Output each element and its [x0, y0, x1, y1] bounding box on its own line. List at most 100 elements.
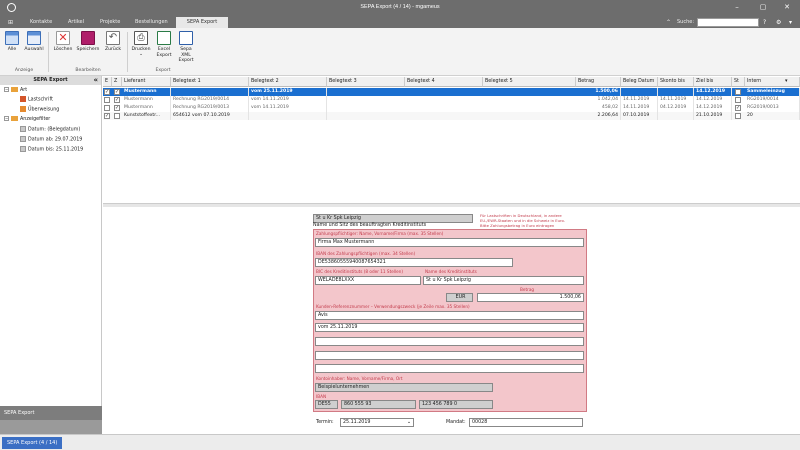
speichern-button[interactable]: Speichern: [76, 31, 100, 52]
auswahl-button[interactable]: Auswahl: [23, 31, 45, 52]
tab-bestellungen[interactable]: Bestellungen: [131, 17, 172, 28]
cell-intern: Sammeleinzug: [745, 88, 800, 96]
left-panel-header: SEPA Export «: [0, 76, 101, 85]
betrag-input[interactable]: 1.500,06: [477, 293, 584, 302]
termin-dropdown[interactable]: 25.11.2019 ⌄: [340, 418, 414, 427]
zahlungspflichtiger-label: Zahlungspflichtiger: Name, Vorname/Firma…: [316, 231, 444, 236]
close-button[interactable]: ✕: [776, 2, 798, 13]
row-checkbox-e[interactable]: ✓: [104, 89, 110, 95]
search-input[interactable]: [697, 18, 759, 27]
row-checkbox-st[interactable]: ✓: [735, 105, 741, 111]
verwendungszweck-line-4[interactable]: [315, 351, 584, 360]
cell-intern: RG2019/0013: [745, 104, 800, 112]
window-tab-sepa-export[interactable]: SEPA Export (4 / 14): [2, 437, 63, 449]
col-header-st[interactable]: St: [732, 77, 745, 87]
left-panel-footer-title[interactable]: SEPA Export: [0, 406, 102, 420]
app-menu-icon[interactable]: ⊞: [4, 17, 17, 28]
zahlungspflichtiger-input[interactable]: Firma Max Mustermann: [315, 238, 584, 247]
col-header-e[interactable]: E: [103, 77, 112, 87]
ribbon-divider: [48, 32, 49, 72]
verwendungszweck-line-1[interactable]: Avis: [315, 311, 584, 320]
tree-label-anzeigefilter: Anzeigefilter: [20, 117, 51, 122]
col-header-lieferant[interactable]: Lieferant: [122, 77, 171, 87]
alle-button[interactable]: Alle: [4, 31, 20, 52]
loeschen-button[interactable]: ✕ Löschen: [52, 31, 74, 52]
verwendungszweck-line-5[interactable]: [315, 364, 584, 373]
col-header-skonto-bis[interactable]: Skonto bis: [658, 77, 694, 87]
verwendungszweck-line-2[interactable]: vom 25.11.2019: [315, 323, 584, 332]
left-panel: SEPA Export « − Art Lastschrift Überweisu…: [0, 76, 102, 434]
col-header-beleg-datum[interactable]: Beleg Datum: [621, 77, 658, 87]
table-row[interactable]: ✓ Kunststoffextr... 654612 vom 07.10.201…: [103, 112, 800, 120]
cell-betrag: 1.042,04: [576, 96, 621, 104]
row-checkbox-st[interactable]: [735, 113, 741, 119]
zurueck-button[interactable]: ↶ Zurück: [102, 31, 124, 52]
maximize-button[interactable]: ▢: [752, 2, 774, 13]
settings-icon[interactable]: ⚙: [776, 17, 781, 28]
cell-belegtext-1: [171, 88, 249, 96]
row-checkbox-z[interactable]: ✓: [114, 89, 120, 95]
verwendungszweck-line-3[interactable]: [315, 337, 584, 346]
drucken-button[interactable]: ⎙ Drucken ⌄: [130, 31, 152, 57]
row-checkbox-st[interactable]: [735, 89, 741, 95]
collapse-node-icon[interactable]: −: [4, 87, 9, 92]
row-checkbox-e[interactable]: [104, 97, 110, 103]
termin-label: Termin:: [316, 420, 334, 425]
cell-belegtext-1: 654612 vom 07.10.2019: [171, 112, 249, 120]
table-row[interactable]: ✓ Mustermann Rechnung RG2019/0014 vom 14…: [103, 96, 800, 104]
row-checkbox-e[interactable]: [104, 105, 110, 111]
bic-label: BIC des Kreditinstituts (8 oder 11 Stell…: [316, 269, 403, 274]
tree-item-ueberweisung[interactable]: Überweisung: [20, 106, 59, 113]
tab-artikel[interactable]: Artikel: [64, 17, 88, 28]
collapse-panel-icon[interactable]: «: [93, 76, 98, 85]
tree-item-lastschrift[interactable]: Lastschrift: [20, 96, 53, 103]
col-header-ziel-bis[interactable]: Ziel bis: [694, 77, 732, 87]
collapse-node-icon[interactable]: −: [4, 116, 9, 121]
tree-item-datum[interactable]: Datum: (Belegdatum): [20, 126, 80, 133]
cell-lieferant: Mustermann: [122, 96, 171, 104]
col-header-intern[interactable]: Intern: [745, 77, 800, 87]
menu-more-icon[interactable]: ▾: [789, 17, 792, 28]
col-header-z[interactable]: Z: [112, 77, 122, 87]
chevron-down-icon: ⌄: [406, 420, 411, 425]
col-header-belegtext-3[interactable]: Belegtext 3: [327, 77, 405, 87]
row-checkbox-st[interactable]: [735, 97, 741, 103]
tree-node-anzeigefilter[interactable]: − Anzeigefilter: [4, 116, 50, 122]
left-panel-title: SEPA Export: [33, 77, 68, 83]
col-header-belegtext-5[interactable]: Belegtext 5: [483, 77, 576, 87]
col-header-belegtext-1[interactable]: Belegtext 1: [171, 77, 249, 87]
tree-node-art[interactable]: − Art: [4, 87, 27, 93]
tree-item-datum-bis[interactable]: Datum bis: 25.11.2019: [20, 146, 83, 153]
expand-icon[interactable]: ⌃: [666, 17, 671, 28]
row-checkbox-z[interactable]: ✓: [114, 105, 120, 111]
xml-file-icon: [179, 31, 193, 45]
iban-input[interactable]: DE53860555940087654321: [315, 258, 513, 267]
table-row[interactable]: ✓ ✓ Mustermann vom 25.11.2019 1.500,06 1…: [103, 88, 800, 96]
tab-kontakte[interactable]: Kontakte: [26, 17, 56, 28]
cell-belegtext-1: Rechnung RG2019/0014: [171, 96, 249, 104]
sepa-xml-export-button[interactable]: Sepa XML Export: [176, 31, 196, 64]
tree-item-datum-ab[interactable]: Datum ab: 29.07.2019: [20, 136, 82, 143]
row-checkbox-e[interactable]: ✓: [104, 113, 110, 119]
tab-sepa-export[interactable]: SEPA Export: [176, 17, 228, 28]
cell-ziel-bis: 21.10.2019: [694, 112, 732, 120]
tree-label-datum-ab: Datum ab: 29.07.2019: [28, 137, 83, 143]
kreditinstitut-input[interactable]: St u Kr Spk Leipzig: [423, 276, 584, 285]
row-checkbox-z[interactable]: ✓: [114, 97, 120, 103]
col-header-belegtext-4[interactable]: Belegtext 4: [405, 77, 483, 87]
filter-icon: [20, 136, 26, 142]
tree-label-art: Art: [20, 88, 28, 93]
minimize-button[interactable]: –: [726, 2, 748, 13]
help-icon[interactable]: ?: [763, 17, 766, 28]
cell-betrag: 2.206,64: [576, 112, 621, 120]
mandat-input[interactable]: 00028: [469, 418, 583, 427]
bic-input[interactable]: WELADE8LXXX: [315, 276, 421, 285]
table-row[interactable]: ✓ Mustermann Rechnung RG2019/0013 vom 14…: [103, 104, 800, 112]
col-header-belegtext-2[interactable]: Belegtext 2: [249, 77, 327, 87]
excel-export-button[interactable]: Excel Export: [154, 31, 174, 58]
col-header-betrag[interactable]: Betrag: [576, 77, 621, 87]
row-checkbox-z[interactable]: [114, 113, 120, 119]
iban2-label: IBAN: [316, 394, 327, 399]
title-bar: SEPA Export (4 / 14) - mgameus – ▢ ✕: [0, 0, 800, 15]
tab-projekte[interactable]: Projekte: [96, 17, 124, 28]
